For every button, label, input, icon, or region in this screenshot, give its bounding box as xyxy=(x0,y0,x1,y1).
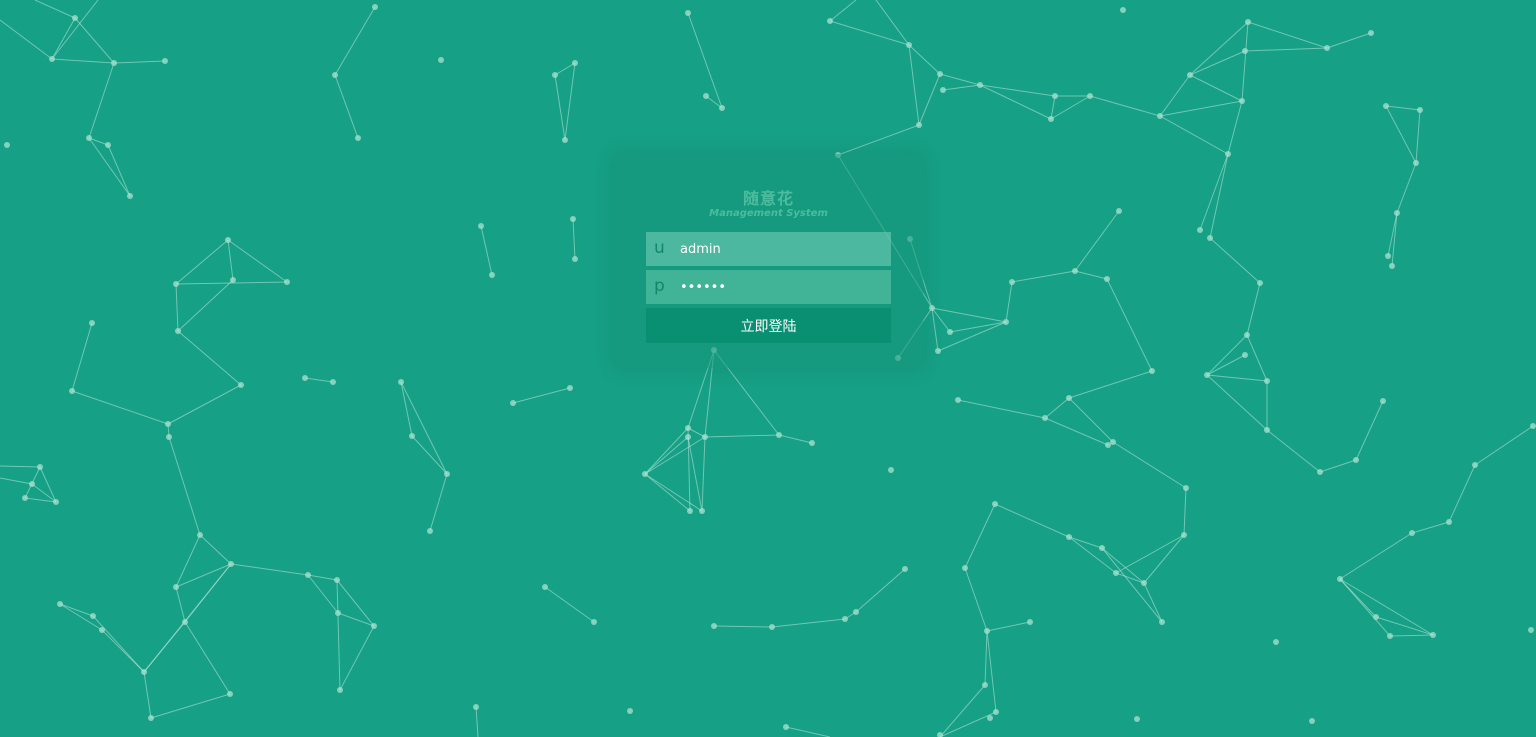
particle-network-background xyxy=(0,0,1536,737)
login-button[interactable]: 立即登陆 xyxy=(646,308,891,343)
login-panel: 随意花 Management System u p 立即登陆 xyxy=(614,154,923,368)
username-prefix-icon: u xyxy=(654,238,665,258)
app-subtitle: Management System xyxy=(709,208,828,219)
app-title: 随意花 xyxy=(742,189,794,208)
network-nodes xyxy=(4,4,1536,737)
username-input[interactable] xyxy=(680,232,885,266)
password-field: p xyxy=(646,270,891,304)
password-input[interactable] xyxy=(680,270,885,304)
network-lines xyxy=(0,0,1534,737)
password-prefix-icon: p xyxy=(654,276,665,296)
username-field: u xyxy=(646,232,891,266)
